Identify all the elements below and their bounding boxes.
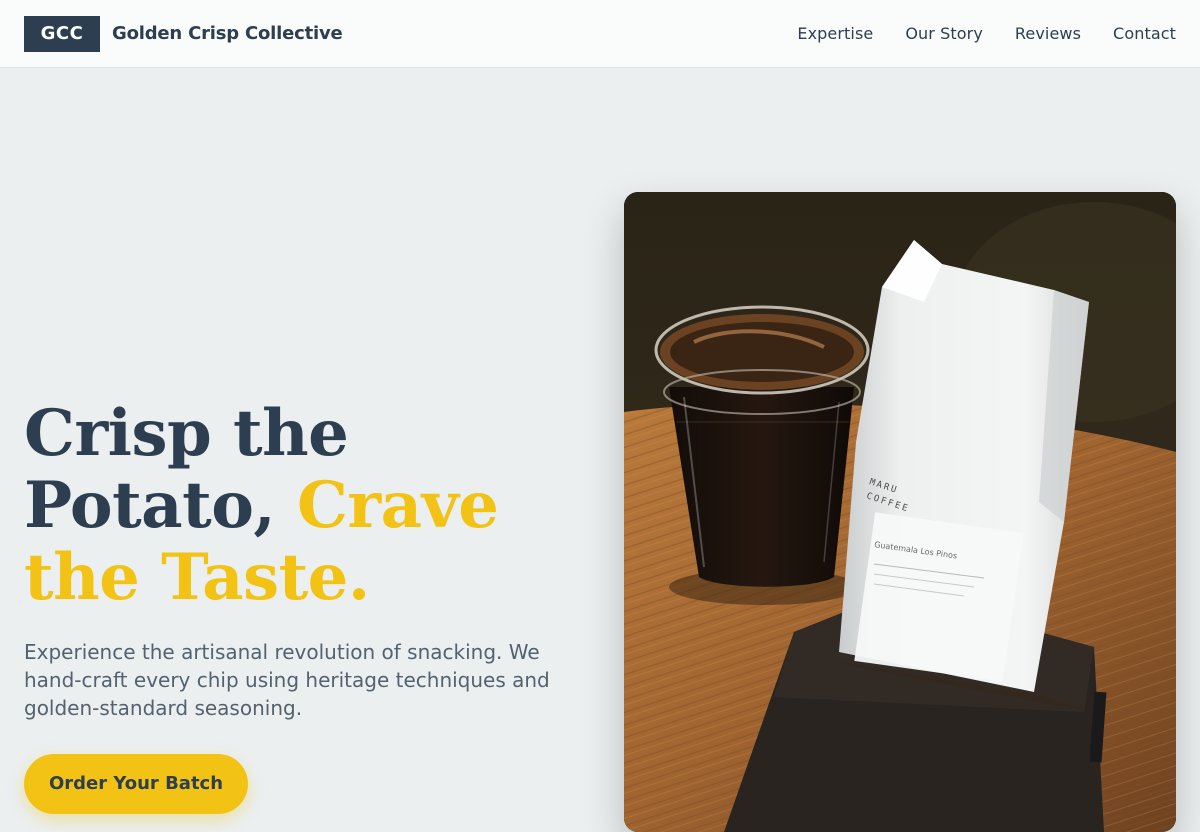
logo[interactable]: GCC bbox=[24, 15, 100, 52]
nav-link-reviews[interactable]: Reviews bbox=[1015, 24, 1081, 43]
nav-link-contact[interactable]: Contact bbox=[1113, 24, 1176, 43]
main-nav: Expertise Our Story Reviews Contact bbox=[797, 24, 1176, 43]
order-batch-button[interactable]: Order Your Batch bbox=[24, 754, 248, 814]
site-header: GCC Golden Crisp Collective Expertise Ou… bbox=[0, 0, 1200, 68]
hero-title: Crisp the Potato, Crave the Taste. bbox=[24, 398, 584, 614]
hero-subtitle: Experience the artisanal revolution of s… bbox=[24, 640, 550, 720]
hero-photo-illustration: MARU COFFEE Guatemala Los Pinos bbox=[624, 192, 1176, 832]
nav-link-our-story[interactable]: Our Story bbox=[905, 24, 983, 43]
brand-name[interactable]: Golden Crisp Collective bbox=[112, 23, 343, 44]
hero-image: MARU COFFEE Guatemala Los Pinos bbox=[624, 192, 1176, 832]
nav-link-expertise[interactable]: Expertise bbox=[797, 24, 873, 43]
